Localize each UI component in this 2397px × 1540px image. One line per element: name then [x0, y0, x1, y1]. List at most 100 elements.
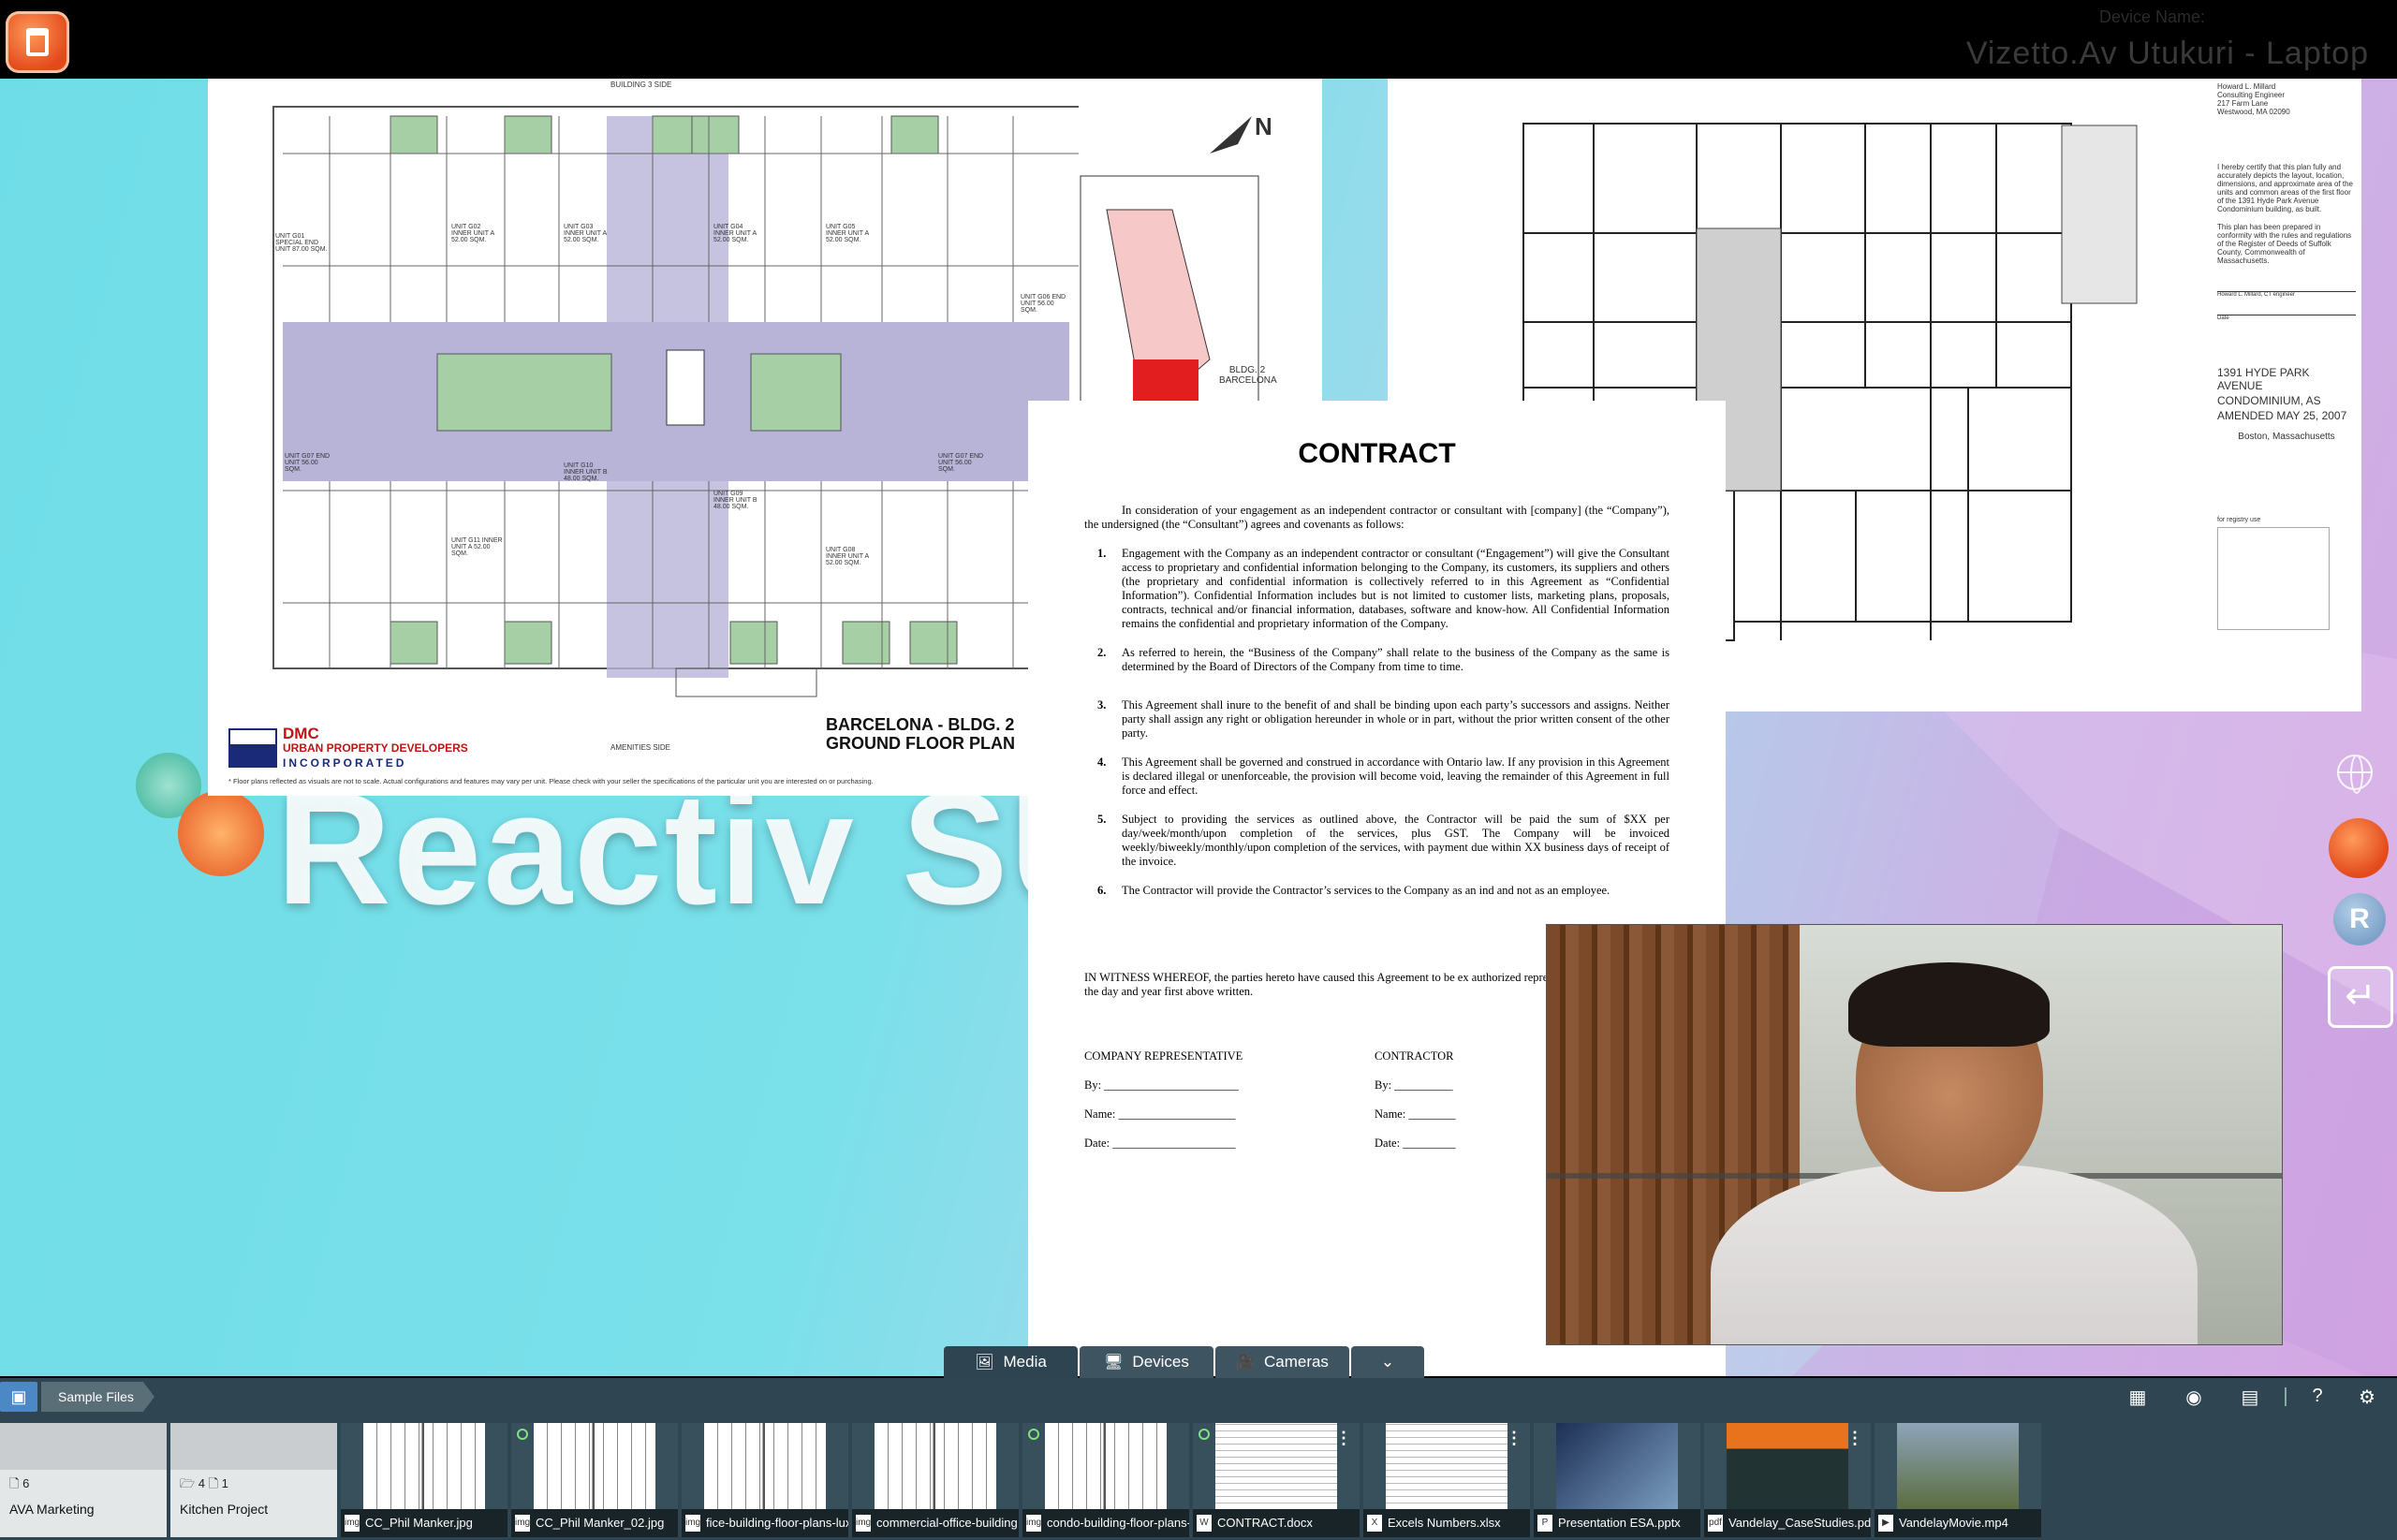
- globe-icon[interactable]: [2337, 755, 2373, 794]
- file-name: fice-building-floor-plans-lux: [682, 1509, 848, 1537]
- active-indicator-icon: [1028, 1429, 1039, 1440]
- unit-label: UNIT G01 SPECIAL END UNIT 87.00 SQM.: [275, 233, 328, 253]
- north-label: N: [1255, 112, 1272, 140]
- address-line-2: CONDOMINIUM, AS: [2217, 394, 2321, 407]
- app-logo-icon[interactable]: [6, 11, 69, 73]
- folder-icon: [170, 1423, 337, 1470]
- file-type-icon: img: [856, 1515, 871, 1532]
- file-type-icon: P: [1537, 1515, 1552, 1532]
- tab-label: Cameras: [1263, 1353, 1329, 1371]
- folder-counts: 🗋 6: [9, 1476, 30, 1490]
- unit-label: UNIT G10 INNER UNIT B 48.00 SQM.: [564, 462, 608, 482]
- file-preview-image: [534, 1423, 655, 1509]
- folder-item[interactable]: 🗁 4 🗋 1 Kitchen Project: [170, 1423, 337, 1537]
- media-items-list: 🗋 6 AVA Marketing 🗁 4 🗋 1 Kitchen Projec…: [0, 1423, 2041, 1537]
- contract-clause: 1. Engagement with the Company as an inde…: [1084, 547, 1669, 631]
- unit-label: UNIT G08 INNER UNIT A 52.00 SQM.: [826, 547, 869, 566]
- file-type-icon: img: [515, 1515, 530, 1532]
- video-person-hair: [1848, 962, 2050, 1047]
- clause-number: 4.: [1097, 755, 1107, 769]
- certification-text: I hereby certify that this plan fully an…: [2217, 163, 2353, 213]
- media-file-thumbnail[interactable]: img fice-building-floor-plans-lux: [682, 1423, 848, 1537]
- clause-text: The Contractor will provide the Contract…: [1122, 884, 1610, 897]
- media-file-thumbnail[interactable]: P Presentation ESA.pptx: [1534, 1423, 1700, 1537]
- media-library-button[interactable]: ▣: [0, 1382, 37, 1412]
- toolbar-divider: [2285, 1387, 2287, 1406]
- breadcrumb[interactable]: Sample Files: [41, 1382, 154, 1412]
- contract-clause: 3. This Agreement shall inure to the bene…: [1084, 698, 1669, 741]
- floor-plan-top-label: BUILDING 3 SIDE: [610, 81, 672, 89]
- window-icon[interactable]: ▤: [2238, 1386, 2262, 1409]
- media-file-thumbnail[interactable]: img condo-building-floor-plans-: [1022, 1423, 1189, 1537]
- clause-number: 6.: [1097, 884, 1107, 897]
- media-file-thumbnail[interactable]: ⋮ W CONTRACT.docx: [1193, 1423, 1360, 1537]
- rep-date-line: Date: _____________________: [1084, 1137, 1236, 1150]
- file-name: Excels Numbers.xlsx: [1363, 1509, 1530, 1537]
- date-line: Date: [2217, 315, 2356, 321]
- contract-clause: 6. The Contractor will provide the Contra…: [1084, 884, 1669, 898]
- media-file-thumbnail[interactable]: ▶ VandelayMovie.mp4: [1875, 1423, 2041, 1537]
- active-indicator-icon: [517, 1429, 528, 1440]
- tab-cameras[interactable]: 🎥 Cameras: [1215, 1346, 1349, 1378]
- location-text: Boston, Massachusetts: [2238, 432, 2335, 442]
- active-indicator-icon: [1198, 1429, 1210, 1440]
- file-preview-image: [1215, 1423, 1337, 1509]
- screenshot-camera-icon[interactable]: ◉: [2182, 1386, 2206, 1409]
- more-options-icon[interactable]: ⋮: [1335, 1429, 1352, 1448]
- contract-clause: 4. This Agreement shall be governed and c…: [1084, 755, 1669, 798]
- file-name: commercial-office-building: [852, 1509, 1019, 1537]
- media-file-thumbnail[interactable]: ⋮ X Excels Numbers.xlsx: [1363, 1423, 1530, 1537]
- plan-notes-panel: Howard L. Millard Consulting Engineer 21…: [2212, 79, 2361, 711]
- presenter-icon[interactable]: [2329, 818, 2389, 878]
- media-bar-header: ▣ Sample Files ▦ ◉ ▤ ? ⚙: [0, 1378, 2397, 1415]
- tab-label: Media: [1003, 1353, 1047, 1371]
- settings-gear-icon[interactable]: ⚙: [2355, 1386, 2379, 1409]
- folder-counts: 🗁 4 🗋 1: [180, 1476, 228, 1490]
- engineer-name: Howard L. Millard: [2217, 82, 2276, 91]
- chevron-down-icon: ⌄: [1380, 1353, 1395, 1371]
- tab-media[interactable]: 🖼 Media: [944, 1346, 1078, 1378]
- help-icon[interactable]: ?: [2305, 1386, 2330, 1407]
- engineer-title: Consulting Engineer: [2217, 91, 2286, 99]
- contract-intro: In consideration of your engagement as a…: [1084, 504, 1669, 531]
- clause-number: 2.: [1097, 646, 1107, 659]
- device-name-label: Device Name:: [2098, 7, 2205, 26]
- engineer-street: 217 Farm Lane: [2217, 99, 2269, 108]
- developer-logo-icon: [228, 728, 277, 768]
- r-badge-icon[interactable]: R: [2333, 893, 2386, 946]
- clause-number: 1.: [1097, 547, 1107, 560]
- gem-icon-orange: [178, 790, 264, 876]
- file-name: CONTRACT.docx: [1193, 1509, 1360, 1537]
- media-file-thumbnail[interactable]: ⋮ pdf Vandelay_CaseStudies.pdf: [1704, 1423, 1871, 1537]
- registry-label: for registry use: [2217, 517, 2261, 523]
- grid-layout-icon[interactable]: ▦: [2125, 1386, 2150, 1409]
- registry-box: [2217, 527, 2330, 630]
- file-preview-image: [704, 1423, 826, 1509]
- media-file-thumbnail[interactable]: img CC_Phil Manker_02.jpg: [511, 1423, 678, 1537]
- file-name: VandelayMovie.mp4: [1875, 1509, 2041, 1537]
- folder-name: AVA Marketing: [9, 1502, 95, 1517]
- media-file-thumbnail[interactable]: img CC_Phil Manker.jpg: [341, 1423, 507, 1537]
- folder-item[interactable]: 🗋 6 AVA Marketing: [0, 1423, 167, 1537]
- clause-text: As referred to herein, the “Business of …: [1122, 646, 1669, 673]
- file-name: condo-building-floor-plans-: [1022, 1509, 1189, 1537]
- floor-plan-disclaimer: * Floor plans reflected as visuals are n…: [228, 777, 874, 785]
- more-options-icon[interactable]: ⋮: [1506, 1429, 1522, 1448]
- contract-clause: 2. As referred to herein, the “Business o…: [1084, 646, 1669, 674]
- contract-clause: 5. Subject to providing the services as o…: [1084, 813, 1669, 869]
- unit-label: UNIT G06 END UNIT 56.00 SQM.: [1021, 294, 1066, 314]
- clause-number: 3.: [1097, 698, 1107, 711]
- media-file-thumbnail[interactable]: img commercial-office-building: [852, 1423, 1019, 1537]
- engineer-city: Westwood, MA 02090: [2217, 108, 2290, 116]
- return-arrow-button[interactable]: ↵: [2328, 966, 2393, 1028]
- camera-icon: 🎥: [1236, 1355, 1255, 1371]
- rep-name-line: Name: ____________________: [1084, 1107, 1236, 1121]
- tab-devices[interactable]: 🖥 Devices: [1080, 1346, 1213, 1378]
- unit-label: UNIT G05 INNER UNIT A 52.00 SQM.: [826, 224, 869, 243]
- file-type-icon: img: [345, 1515, 360, 1532]
- file-preview-image: [1897, 1423, 2019, 1509]
- more-options-icon[interactable]: ⋮: [1846, 1429, 1863, 1448]
- file-type-icon: X: [1367, 1515, 1382, 1532]
- tabs-collapse-button[interactable]: ⌄: [1351, 1346, 1424, 1378]
- camera-video-feed[interactable]: [1546, 924, 2283, 1345]
